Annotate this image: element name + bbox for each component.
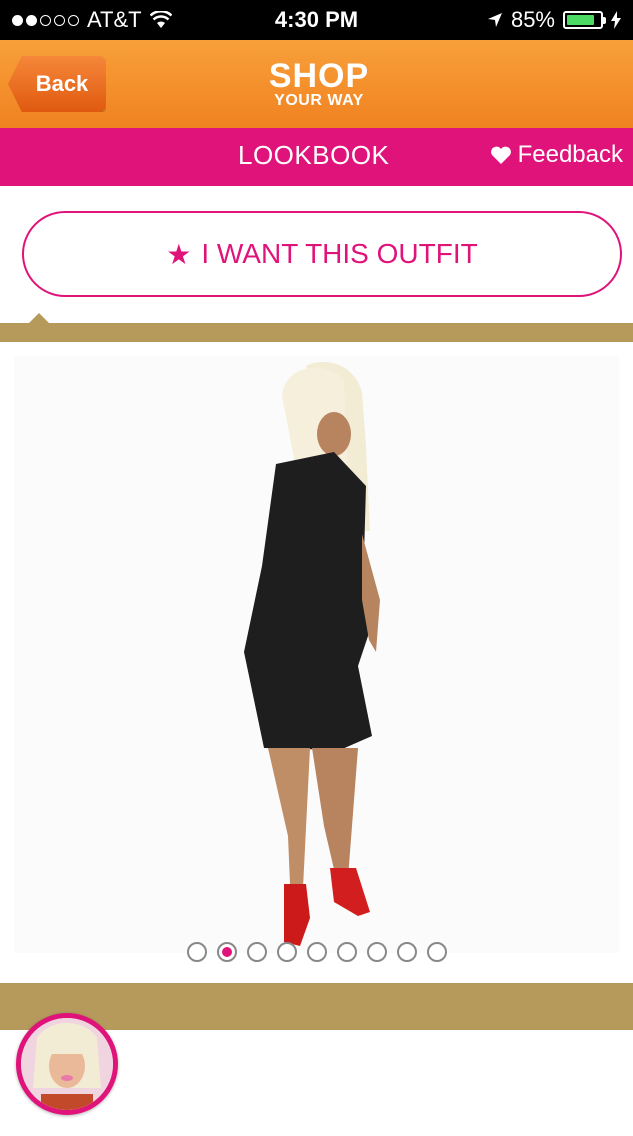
pager-dot[interactable] — [336, 942, 357, 962]
avatar-image — [21, 1018, 113, 1110]
model-illustration — [244, 361, 380, 946]
pager-dot-active[interactable] — [216, 942, 237, 962]
status-right: 85% — [487, 7, 621, 33]
charging-icon — [611, 11, 621, 29]
pager-dot[interactable] — [306, 942, 327, 962]
logo-line2: YOUR WAY — [274, 92, 364, 109]
pager-dot[interactable] — [396, 942, 417, 962]
logo-line1: SHOP — [268, 57, 370, 95]
nav-bar: Back SHOP YOUR WAY — [0, 40, 633, 129]
feedback-button[interactable]: Feedback — [490, 141, 623, 169]
battery-percent: 85% — [510, 7, 555, 32]
pager-dot[interactable] — [246, 942, 267, 962]
back-button[interactable]: Back — [8, 56, 106, 112]
status-bar: AT&T 4:30 PM 85% — [0, 0, 633, 40]
pager-dot[interactable] — [276, 942, 297, 962]
image-pager[interactable] — [0, 942, 633, 962]
page-title: LOOKBOOK — [238, 140, 390, 170]
star-icon: ★ — [166, 238, 192, 270]
outfit-photo[interactable] — [14, 356, 619, 953]
pager-dot[interactable] — [426, 942, 447, 962]
location-arrow-icon — [487, 13, 502, 27]
shop-your-way-logo: SHOP YOUR WAY — [263, 59, 375, 109]
want-outfit-label: I WANT THIS OUTFIT — [201, 238, 478, 269]
divider-band — [0, 323, 633, 342]
battery-icon — [563, 11, 606, 29]
want-outfit-button[interactable]: ★ I WANT THIS OUTFIT — [22, 211, 622, 297]
avatar[interactable] — [16, 1013, 118, 1115]
lookbook-bar: LOOKBOOK Feedback — [0, 128, 633, 186]
pager-dot[interactable] — [186, 942, 207, 962]
heart-icon — [490, 146, 511, 164]
pager-dot[interactable] — [366, 942, 387, 962]
feedback-label: Feedback — [517, 141, 623, 168]
